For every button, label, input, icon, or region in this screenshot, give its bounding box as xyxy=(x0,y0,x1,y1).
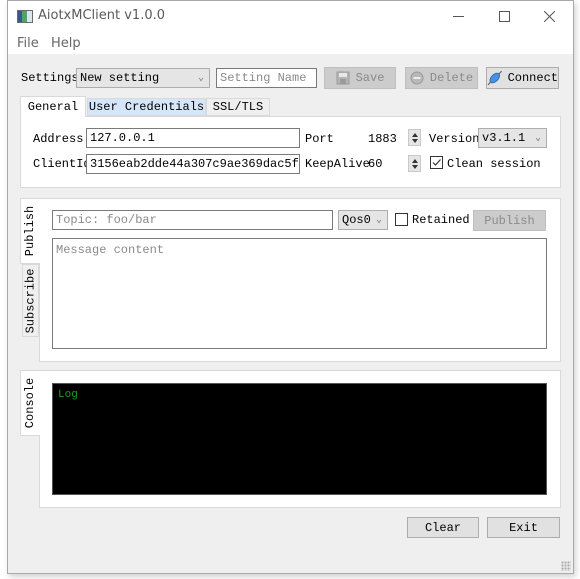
menu-bar: File Help xyxy=(8,32,573,54)
tab-subscribe-label: Subscribe xyxy=(23,268,38,333)
message-content-input[interactable]: Message content xyxy=(52,238,547,349)
tab-user-credentials-label: User Credentials xyxy=(88,100,205,114)
tab-ssl-tls-label: SSL/TLS xyxy=(212,100,264,114)
delete-button[interactable]: Delete xyxy=(405,67,478,89)
address-label: Address xyxy=(33,132,84,146)
minimize-button[interactable] xyxy=(438,5,478,27)
exit-label: Exit xyxy=(509,520,538,535)
tab-console[interactable]: Console xyxy=(20,370,40,436)
version-select-value: v3.1.1 xyxy=(482,131,526,145)
chevron-down-icon: ⌄ xyxy=(534,133,541,144)
window-title: AiotxMClient v1.0.0 xyxy=(38,8,166,23)
close-icon xyxy=(543,10,555,22)
port-spinner[interactable] xyxy=(408,129,421,146)
port-label: Port xyxy=(305,132,334,146)
clientid-input[interactable]: 3156eab2dde44a307c9ae369dac5f4b8 xyxy=(86,154,300,174)
arrow-down-icon xyxy=(411,138,418,143)
chevron-down-icon: ⌄ xyxy=(375,215,382,226)
tab-user-credentials[interactable]: User Credentials xyxy=(87,98,206,116)
keepalive-value[interactable]: 60 xyxy=(368,157,382,171)
delete-label: Delete xyxy=(429,71,474,85)
minimize-icon xyxy=(452,15,464,17)
title-bar: AiotxMClient v1.0.0 xyxy=(8,1,573,32)
publish-button[interactable]: Publish xyxy=(473,210,546,231)
console-log-text: Log xyxy=(58,389,78,401)
maximize-icon xyxy=(498,10,510,22)
connect-plug-icon xyxy=(487,70,503,86)
exit-button[interactable]: Exit xyxy=(487,517,560,538)
save-label: Save xyxy=(355,71,385,85)
qos-select-value: Qos0 xyxy=(342,213,371,227)
address-input[interactable]: 127.0.0.1 xyxy=(86,128,300,148)
tab-publish-label: Publish xyxy=(23,205,38,257)
menu-help[interactable]: Help xyxy=(51,36,81,51)
topic-input[interactable]: Topic: foo/bar xyxy=(52,210,333,230)
main-window: AiotxMClient v1.0.0 File Help Settings N… xyxy=(7,0,574,574)
arrow-down-icon xyxy=(411,164,418,169)
port-value[interactable]: 1883 xyxy=(368,132,397,146)
clientid-label: ClientId xyxy=(33,157,91,171)
keepalive-label: KeepAlive xyxy=(305,157,370,171)
arrow-up-icon xyxy=(411,132,418,137)
menu-file[interactable]: File xyxy=(17,36,39,51)
clear-button[interactable]: Clear xyxy=(407,517,479,538)
settings-label: Settings xyxy=(21,71,79,85)
connect-button[interactable]: Connect xyxy=(486,67,559,89)
chevron-down-icon: ⌄ xyxy=(197,73,204,84)
retained-checkbox[interactable] xyxy=(395,213,408,226)
close-button[interactable] xyxy=(529,5,569,27)
maximize-button[interactable] xyxy=(484,5,524,27)
settings-select-value: New setting xyxy=(80,71,160,85)
general-panel xyxy=(20,116,561,188)
version-label: Version xyxy=(429,132,480,146)
console-log[interactable]: Log xyxy=(52,383,547,495)
clean-session-label: Clean session xyxy=(447,157,541,171)
clean-session-checkbox[interactable] xyxy=(430,156,443,169)
checkmark-icon xyxy=(432,159,441,166)
connect-label: Connect xyxy=(507,71,558,85)
delete-icon xyxy=(410,71,424,85)
resize-grip[interactable] xyxy=(561,561,571,571)
tab-publish[interactable]: Publish xyxy=(20,198,40,264)
version-select[interactable]: v3.1.1 ⌄ xyxy=(478,128,547,148)
tab-general-label: General xyxy=(27,100,79,114)
tab-subscribe[interactable]: Subscribe xyxy=(22,264,39,337)
save-icon xyxy=(336,71,350,85)
clear-label: Clear xyxy=(424,520,461,535)
tab-general[interactable]: General xyxy=(20,96,86,117)
arrow-up-icon xyxy=(411,158,418,163)
settings-select[interactable]: New setting ⌄ xyxy=(76,68,210,88)
qos-select[interactable]: Qos0 ⌄ xyxy=(338,210,388,230)
retained-label: Retained xyxy=(412,213,470,227)
app-icon xyxy=(17,10,33,23)
publish-label: Publish xyxy=(484,213,535,228)
tab-ssl-tls[interactable]: SSL/TLS xyxy=(206,98,270,116)
setting-name-input[interactable]: Setting Name xyxy=(216,68,317,88)
keepalive-spinner[interactable] xyxy=(408,155,421,172)
tab-console-label: Console xyxy=(23,377,38,429)
save-button[interactable]: Save xyxy=(324,67,396,89)
